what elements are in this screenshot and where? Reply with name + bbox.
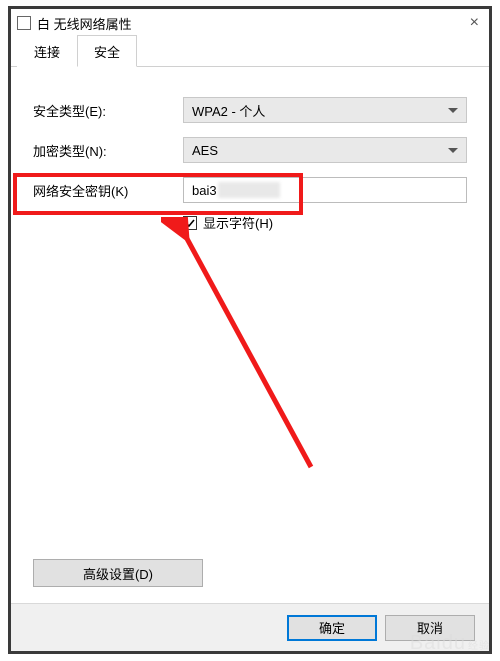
watermark-brand: Baidu bbox=[410, 632, 466, 654]
chevron-down-icon bbox=[448, 108, 458, 113]
watermark-sub: 经验 bbox=[468, 641, 490, 652]
chevron-down-icon bbox=[448, 148, 458, 153]
show-chars-checkbox[interactable] bbox=[183, 216, 197, 230]
window-icon bbox=[17, 16, 31, 30]
close-icon[interactable]: × bbox=[466, 14, 483, 32]
advanced-settings-button[interactable]: 高级设置(D) bbox=[33, 559, 203, 587]
key-blurred-portion bbox=[218, 182, 280, 198]
row-encryption: 加密类型(N): AES bbox=[33, 137, 467, 163]
dialog-window: 白 无线网络属性 × 连接 安全 安全类型(E): WPA2 - 个人 加密类型… bbox=[8, 6, 492, 654]
security-type-dropdown[interactable]: WPA2 - 个人 bbox=[183, 97, 467, 123]
row-show-chars: 显示字符(H) bbox=[183, 213, 467, 232]
row-key: 网络安全密钥(K) bai3 bbox=[33, 177, 467, 203]
encryption-dropdown[interactable]: AES bbox=[183, 137, 467, 163]
tab-strip: 连接 安全 bbox=[11, 37, 489, 67]
row-security-type: 安全类型(E): WPA2 - 个人 bbox=[33, 97, 467, 123]
encryption-value: AES bbox=[192, 143, 448, 158]
key-label: 网络安全密钥(K) bbox=[33, 181, 183, 200]
tab-connect[interactable]: 连接 bbox=[17, 35, 77, 67]
security-type-value: WPA2 - 个人 bbox=[192, 101, 448, 120]
tab-content: 安全类型(E): WPA2 - 个人 加密类型(N): AES 网络安全密钥(K… bbox=[11, 67, 489, 603]
encryption-label: 加密类型(N): bbox=[33, 141, 183, 160]
show-chars-label: 显示字符(H) bbox=[203, 213, 273, 232]
key-input[interactable]: bai3 bbox=[183, 177, 467, 203]
key-value: bai3 bbox=[192, 183, 217, 198]
watermark: Baidu经验 bbox=[410, 632, 490, 655]
ok-button[interactable]: 确定 bbox=[287, 615, 377, 641]
check-icon bbox=[185, 218, 195, 228]
window-titlebar: 白 无线网络属性 × bbox=[11, 9, 489, 37]
security-type-label: 安全类型(E): bbox=[33, 101, 183, 120]
annotation-arrow bbox=[161, 217, 331, 477]
tab-security[interactable]: 安全 bbox=[77, 35, 137, 67]
window-title: 白 无线网络属性 bbox=[37, 14, 466, 33]
